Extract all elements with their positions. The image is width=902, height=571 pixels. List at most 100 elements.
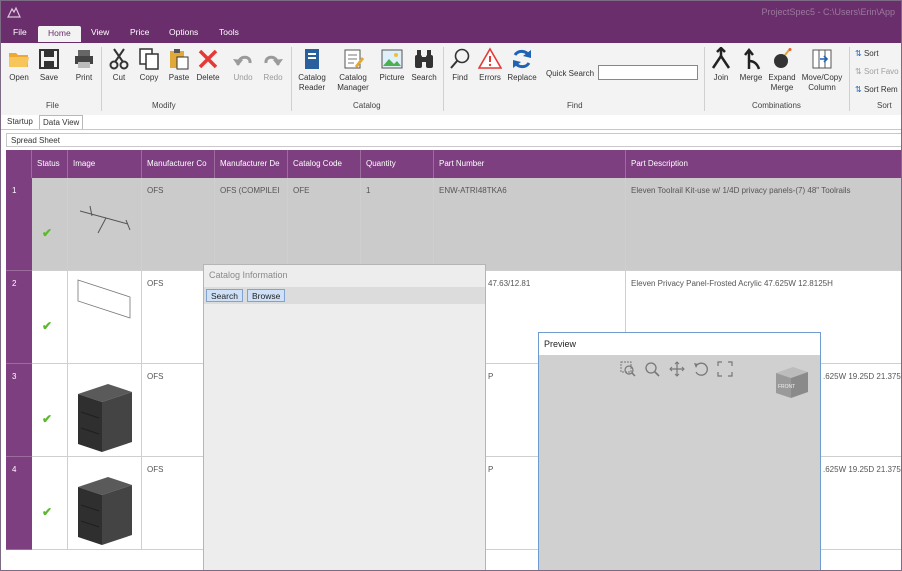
copy-label: Copy: [139, 73, 159, 82]
catalog-reader-button[interactable]: Catalog Reader: [295, 47, 329, 93]
status-cell: ✔: [32, 457, 68, 550]
cut-button[interactable]: Cut: [107, 47, 131, 83]
manufacturer-desc-cell[interactable]: OFS (COMPILEI: [215, 178, 288, 271]
merge-button[interactable]: Merge: [737, 47, 765, 83]
header-manufacturer-code[interactable]: Manufacturer Co: [142, 150, 215, 178]
tab-startup[interactable]: Startup: [4, 115, 36, 129]
zoom-icon[interactable]: [644, 361, 660, 377]
open-label: Open: [9, 73, 29, 82]
open-button[interactable]: Open: [6, 47, 32, 83]
title-bar: ProjectSpec5 - C:\Users\Erin\App: [1, 1, 901, 23]
image-cell: [68, 271, 142, 364]
move-copy-column-button[interactable]: Move/Copy Column: [799, 47, 845, 93]
preview-panel[interactable]: Preview FRONT: [538, 332, 821, 570]
pan-icon[interactable]: [669, 361, 685, 377]
sort-favorites-label: Sort Favo: [863, 67, 899, 76]
replace-button[interactable]: Replace: [506, 47, 538, 83]
tab-home[interactable]: Home: [38, 26, 81, 42]
delete-label: Delete: [196, 73, 220, 82]
sort-group-label: Sort: [877, 101, 892, 110]
tab-tools[interactable]: Tools: [219, 27, 239, 37]
tab-view[interactable]: View: [91, 27, 109, 37]
save-icon: [39, 49, 59, 69]
row-number[interactable]: 4: [6, 457, 32, 550]
checkmark-icon: ✔: [42, 412, 53, 426]
group-divider: [849, 47, 850, 111]
sort-remove-button[interactable]: ⇅ Sort Rem: [855, 85, 898, 94]
part-description-cell[interactable]: Eleven Toolrail Kit-use w/ 1/4D privacy …: [626, 178, 901, 271]
row-number[interactable]: 3: [6, 364, 32, 457]
catalog-manager-button[interactable]: Catalog Manager: [334, 47, 372, 93]
print-button[interactable]: Print: [71, 47, 97, 83]
toolrail-thumbnail: [79, 205, 131, 234]
catalog-code-cell[interactable]: OFE: [288, 178, 361, 271]
ribbon: Open Save Print File Cut Copy Paste Dele…: [1, 43, 901, 116]
catalog-information-title: Catalog Information: [209, 270, 288, 280]
checkmark-icon: ✔: [42, 505, 53, 519]
catalog-browse-button[interactable]: Browse: [247, 289, 286, 302]
catalog-group-label: Catalog: [353, 101, 381, 110]
view-cube-front-label: FRONT: [778, 384, 795, 390]
row-number[interactable]: 1: [6, 178, 32, 271]
cut-label: Cut: [112, 73, 126, 82]
join-label: Join: [713, 73, 729, 82]
zoom-region-icon[interactable]: [620, 361, 636, 377]
checkmark-icon: ✔: [42, 226, 53, 240]
file-group-label: File: [46, 101, 59, 110]
spreadsheet-label: Spread Sheet: [6, 133, 901, 147]
warning-icon: [478, 47, 502, 69]
privacy-panel-thumbnail: [77, 279, 131, 319]
undo-button[interactable]: Undo: [231, 47, 255, 83]
header-manufacturer-desc[interactable]: Manufacturer De: [215, 150, 288, 178]
tab-data-view[interactable]: Data View: [39, 115, 84, 130]
quantity-cell[interactable]: 1: [361, 178, 434, 271]
pedestal-thumbnail: [78, 384, 132, 452]
header-part-number[interactable]: Part Number: [434, 150, 626, 178]
manufacturer-code-cell[interactable]: OFS: [142, 178, 215, 271]
header-part-description[interactable]: Part Description: [626, 150, 901, 178]
refresh-icon: [513, 49, 531, 69]
sort-button[interactable]: ⇅ Sort: [855, 49, 879, 58]
tab-options[interactable]: Options: [169, 27, 198, 37]
paste-button[interactable]: Paste: [167, 47, 191, 83]
catalog-information-panel[interactable]: Catalog Information Search Browse: [203, 264, 486, 570]
join-button[interactable]: Join: [709, 47, 733, 83]
row-number[interactable]: 2: [6, 271, 32, 364]
app-logo-icon: [7, 6, 21, 18]
combinations-group-label: Combinations: [752, 101, 801, 110]
header-status[interactable]: Status: [32, 150, 68, 178]
errors-button[interactable]: Errors: [477, 47, 503, 83]
header-quantity[interactable]: Quantity: [361, 150, 434, 178]
catalog-toolbar: Search Browse: [204, 287, 485, 304]
part-number-cell[interactable]: ENW-ATRI48TKA6: [434, 178, 626, 271]
status-cell: ✔: [32, 178, 68, 271]
view-cube-icon[interactable]: FRONT: [773, 363, 811, 401]
table-row[interactable]: 1 ✔ OFS OFS (COMPILEI OFE 1 ENW-ATRI48TK…: [6, 178, 901, 271]
bomb-icon: [774, 48, 792, 68]
header-catalog-code[interactable]: Catalog Code: [288, 150, 361, 178]
group-divider: [101, 47, 102, 111]
search-button[interactable]: Search: [409, 47, 439, 83]
catalog-search-button[interactable]: Search: [206, 289, 243, 302]
expand-merge-button[interactable]: Expand Merge: [767, 47, 797, 93]
image-cell: [68, 178, 142, 271]
delete-button[interactable]: Delete: [195, 47, 221, 83]
save-button[interactable]: Save: [36, 47, 62, 83]
sort-favorites-icon: ⇅: [855, 67, 862, 76]
find-button[interactable]: Find: [448, 47, 472, 83]
ribbon-tab-bar: File Home View Price Options Tools: [1, 23, 901, 43]
window-title: ProjectSpec5 - C:\Users\Erin\App: [761, 7, 895, 17]
rotate-icon[interactable]: [693, 361, 709, 377]
redo-button[interactable]: Redo: [261, 47, 285, 83]
sort-favorites-button[interactable]: ⇅ Sort Favo: [855, 67, 899, 76]
copy-button[interactable]: Copy: [137, 47, 161, 83]
copy-icon: [139, 48, 159, 70]
picture-button[interactable]: Picture: [378, 47, 406, 83]
binoculars-icon: [415, 50, 433, 68]
header-image[interactable]: Image: [68, 150, 142, 178]
tab-file[interactable]: File: [13, 27, 27, 37]
tab-price[interactable]: Price: [130, 27, 149, 37]
group-divider: [291, 47, 292, 111]
quick-search-input[interactable]: [598, 65, 698, 80]
fit-view-icon[interactable]: [717, 361, 733, 377]
